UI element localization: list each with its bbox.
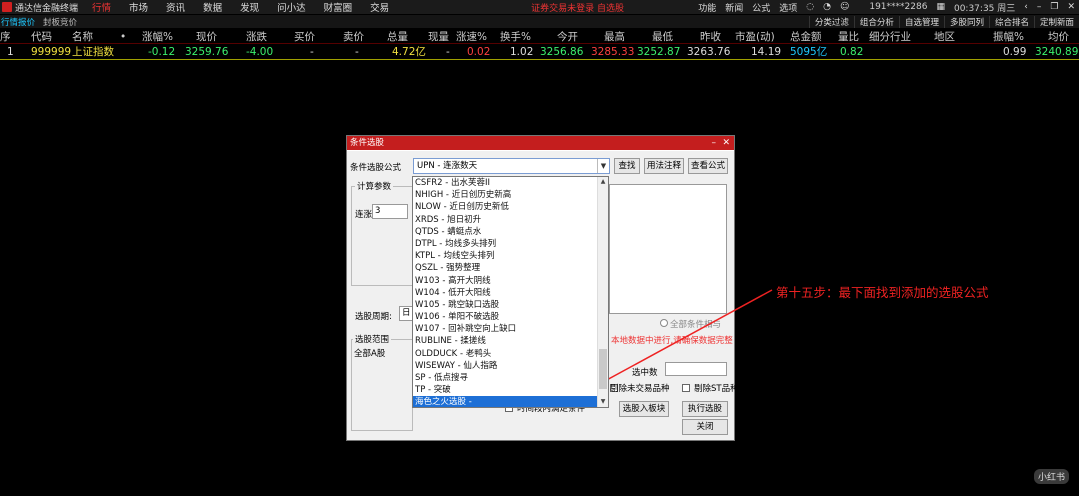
list-item[interactable]: NHIGH - 近日创历史新高	[413, 189, 608, 201]
list-item[interactable]: OLDDUCK - 老鸭头	[413, 348, 608, 360]
list-item[interactable]: W106 - 单阳不破选股	[413, 311, 608, 323]
annotation-text: 第十五步：最下面找到添加的选股公式	[776, 285, 989, 300]
list-item[interactable]: W107 - 回补跳空向上缺口	[413, 323, 608, 335]
list-item[interactable]: W104 - 低开大阳线	[413, 287, 608, 299]
formula-dropdown-list[interactable]: CSFR2 - 出水芙蓉II NHIGH - 近日创历史新高 NLOW - 近日…	[412, 176, 609, 408]
list-item-selected[interactable]: 海色之火选股 -	[413, 396, 608, 407]
list-item[interactable]: WISEWAY - 仙人指路	[413, 360, 608, 372]
list-item[interactable]: DTPL - 均线多头排列	[413, 238, 608, 250]
list-item[interactable]: XRDS - 旭日初升	[413, 214, 608, 226]
list-item[interactable]: TP - 突破	[413, 384, 608, 396]
scroll-up-icon[interactable]: ▲	[598, 177, 608, 187]
list-item[interactable]: CSFR2 - 出水芙蓉II	[413, 177, 608, 189]
list-item[interactable]: RUBLINE - 揉搓线	[413, 335, 608, 347]
list-item[interactable]: W103 - 高开大阴线	[413, 275, 608, 287]
list-item[interactable]: KTPL - 均线空头排列	[413, 250, 608, 262]
watermark: 小红书	[1034, 469, 1070, 484]
scroll-down-icon[interactable]: ▼	[598, 397, 608, 407]
list-scrollbar[interactable]: ▲ ▼	[597, 177, 608, 407]
list-item[interactable]: NLOW - 近日创历史新低	[413, 201, 608, 213]
list-item[interactable]: SP - 低点搜寻	[413, 372, 608, 384]
list-item[interactable]: QTDS - 蜻蜓点水	[413, 226, 608, 238]
scroll-thumb[interactable]	[599, 349, 607, 389]
list-item[interactable]: QSZL - 强势整理	[413, 262, 608, 274]
list-item[interactable]: W105 - 跳空缺口选股	[413, 299, 608, 311]
